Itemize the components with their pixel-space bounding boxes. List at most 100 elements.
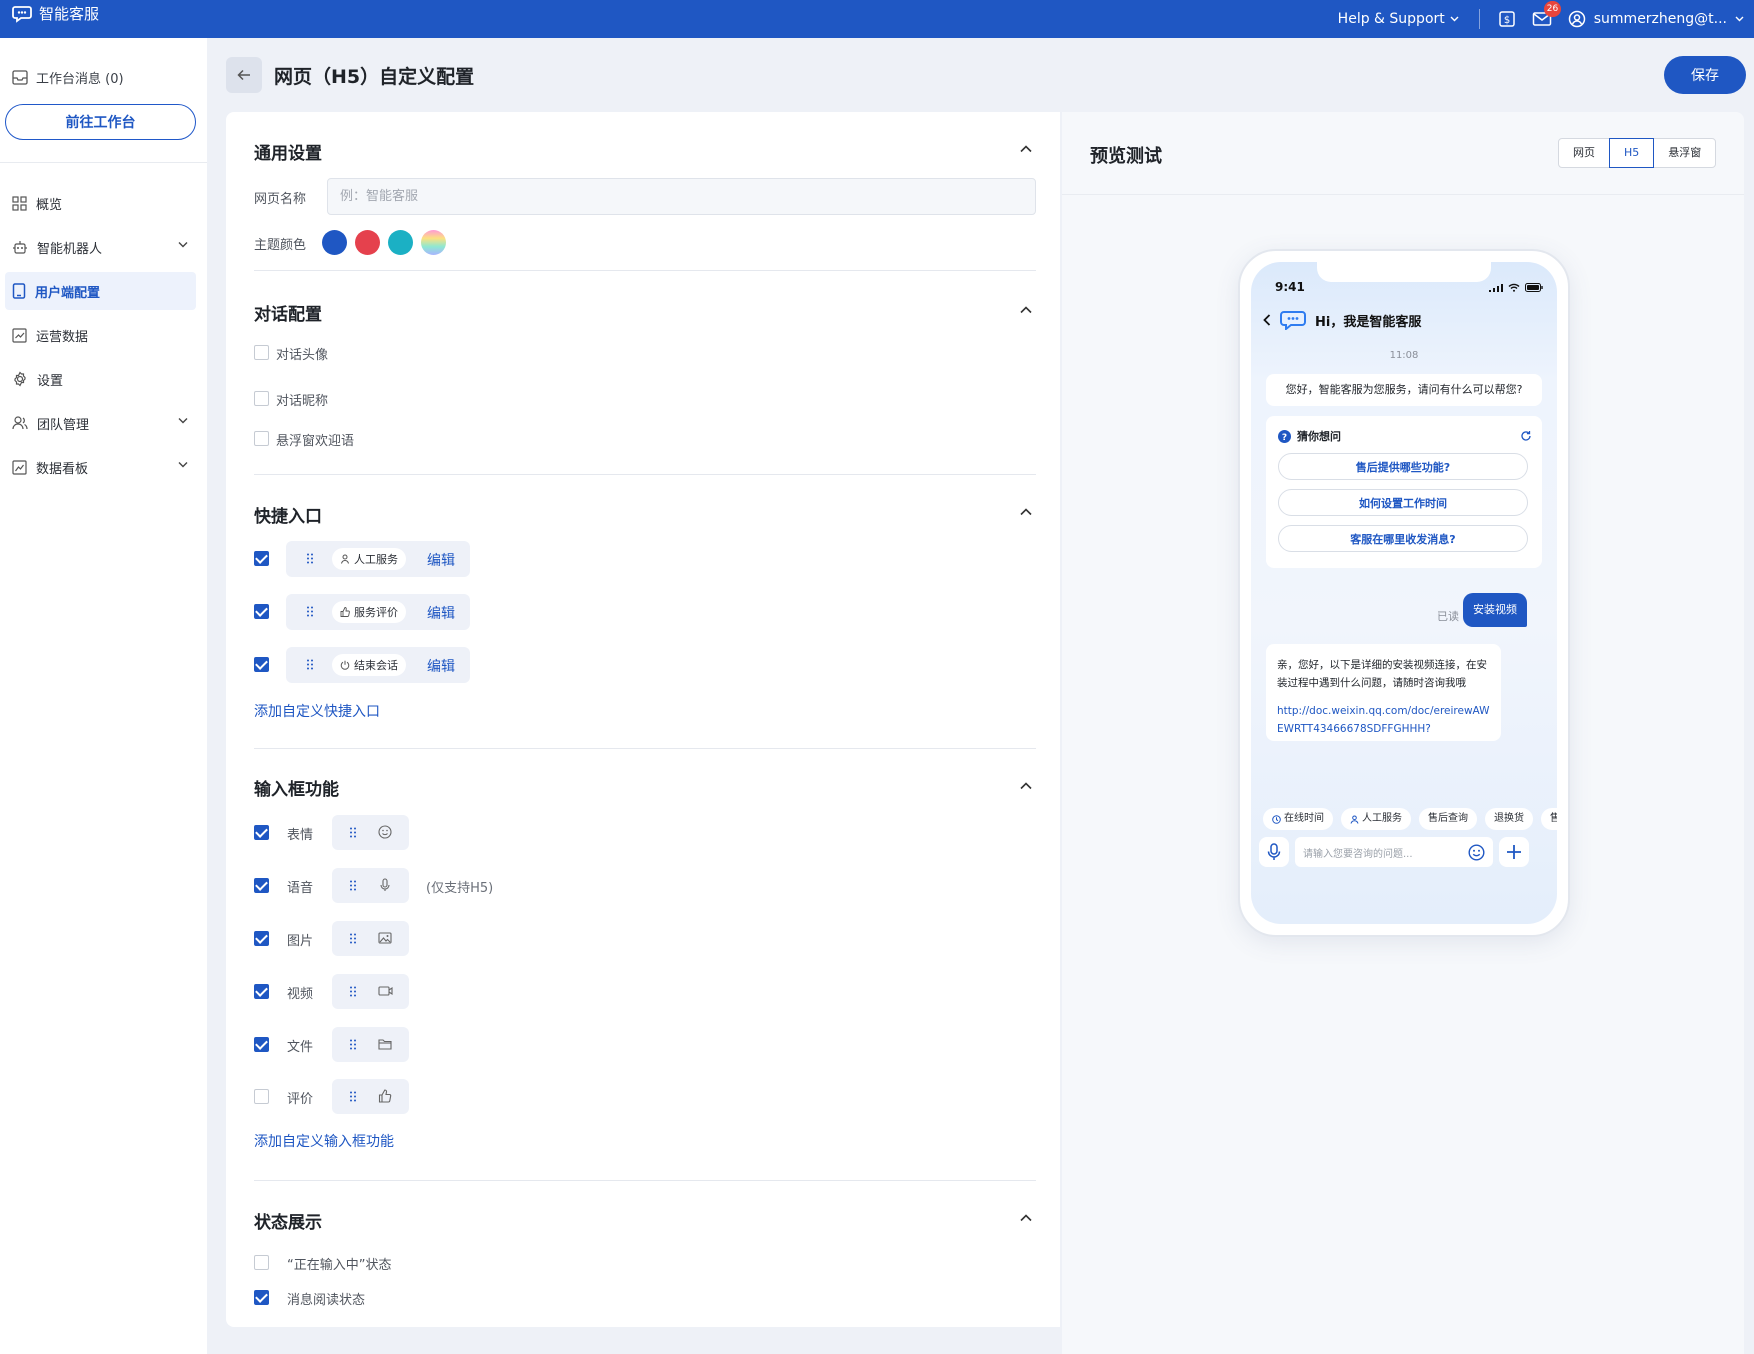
drag-handle-icon[interactable] <box>350 880 356 891</box>
section-title-general: 通用设置 <box>254 144 322 164</box>
chevron-up-icon[interactable] <box>1020 145 1032 153</box>
chip-label: 结束会话 <box>354 659 398 672</box>
quick-chip-more[interactable]: 售 <box>1541 808 1557 830</box>
billing-icon[interactable]: $ <box>1498 10 1516 28</box>
checkbox-dialog-nickname[interactable] <box>254 391 269 406</box>
drag-handle-icon[interactable] <box>350 986 356 997</box>
theme-swatch-red[interactable] <box>355 230 380 255</box>
user-icon <box>1568 10 1585 28</box>
tab-h5[interactable]: H5 <box>1609 138 1655 168</box>
workbench-messages[interactable]: 工作台消息 (0) <box>12 68 124 87</box>
checkbox-rating[interactable] <box>254 1089 269 1104</box>
divider <box>254 270 1036 271</box>
smile-icon[interactable] <box>1468 844 1485 861</box>
chip-label: 售 <box>1550 813 1557 824</box>
user-menu[interactable]: summerzheng@t... <box>1568 10 1744 28</box>
sidebar-item-settings[interactable]: 设置 <box>5 360 196 398</box>
goto-workbench-button[interactable]: 前往工作台 <box>5 104 196 140</box>
sidebar-item-overview[interactable]: 概览 <box>5 184 196 222</box>
add-input-function-link[interactable]: 添加自定义输入框功能 <box>254 1131 394 1151</box>
clock-icon <box>1272 814 1281 824</box>
edit-button[interactable]: 编辑 <box>427 603 455 623</box>
drag-handle-icon[interactable] <box>350 1091 356 1102</box>
quick-chip-online-time[interactable]: 在线时间 <box>1263 808 1333 830</box>
messages-label: 工作台消息 (0) <box>36 72 124 87</box>
checkbox-label: 视频 <box>287 987 314 1002</box>
checkbox-quick-human[interactable] <box>254 551 269 566</box>
checkbox-read-status[interactable] <box>254 1290 269 1305</box>
sidebar-item-client-config[interactable]: 用户端配置 <box>5 272 196 310</box>
checkbox-file[interactable] <box>254 1037 269 1052</box>
page-name-input[interactable] <box>327 178 1036 215</box>
checkbox-video[interactable] <box>254 984 269 999</box>
save-button[interactable]: 保存 <box>1664 56 1746 94</box>
chip-label: 退换货 <box>1494 813 1524 824</box>
checkbox-quick-rating[interactable] <box>254 604 269 619</box>
sidebar-item-team[interactable]: 团队管理 <box>5 404 196 442</box>
quick-chip-aftersale[interactable]: 售后查询 <box>1419 808 1477 830</box>
divider <box>0 162 207 163</box>
checkbox-voice[interactable] <box>254 878 269 893</box>
section-title-dialog: 对话配置 <box>254 305 322 325</box>
suggested-question[interactable]: 售后提供哪些功能? <box>1278 453 1528 480</box>
divider <box>1062 194 1744 195</box>
checkbox-typing-status[interactable] <box>254 1255 269 1270</box>
checkbox-float-welcome[interactable] <box>254 431 269 446</box>
drag-handle-icon[interactable] <box>350 933 356 944</box>
back-button[interactable] <box>226 57 262 93</box>
quick-chip-return[interactable]: 退换货 <box>1485 808 1533 830</box>
theme-swatch-cyan[interactable] <box>388 230 413 255</box>
chat-input[interactable]: 请输入您要咨询的问题... <box>1295 837 1493 867</box>
chip-label: 在线时间 <box>1284 813 1324 824</box>
suggested-question[interactable]: 如何设置工作时间 <box>1278 489 1528 516</box>
preview-mode-tabs: 网页 H5 悬浮窗 <box>1558 138 1717 168</box>
quick-chip: 服务评价 <box>332 601 406 623</box>
theme-swatch-blue[interactable] <box>322 230 347 255</box>
suggested-question[interactable]: 客服在哪里收发消息? <box>1278 525 1528 552</box>
tab-web[interactable]: 网页 <box>1559 139 1609 167</box>
edit-button[interactable]: 编辑 <box>427 550 455 570</box>
chevron-up-icon[interactable] <box>1020 1214 1032 1222</box>
chevron-down-icon <box>178 462 188 468</box>
sidebar-item-label: 设置 <box>37 373 64 389</box>
mail-icon[interactable]: 26 <box>1532 1 1562 27</box>
chevron-up-icon[interactable] <box>1020 306 1032 314</box>
checkbox-image[interactable] <box>254 931 269 946</box>
more-button[interactable] <box>1499 837 1529 867</box>
drag-handle-icon[interactable] <box>350 1039 356 1050</box>
voice-button[interactable] <box>1259 837 1289 867</box>
refresh-icon[interactable] <box>1520 430 1532 442</box>
add-quick-entry-link[interactable]: 添加自定义快捷入口 <box>254 701 380 721</box>
help-support-menu[interactable]: Help & Support <box>1338 11 1459 27</box>
drag-handle-icon[interactable] <box>307 659 313 670</box>
chevron-up-icon[interactable] <box>1020 508 1032 516</box>
divider <box>254 748 1036 749</box>
checkbox-dialog-avatar[interactable] <box>254 345 269 360</box>
checkbox-quick-end[interactable] <box>254 657 269 672</box>
tab-floating[interactable]: 悬浮窗 <box>1654 139 1715 167</box>
edit-button[interactable]: 编辑 <box>427 656 455 676</box>
reply-bubble: 亲，您好，以下是详细的安装视频连接，在安装过程中遇到什么问题，请随时咨询我哦 h… <box>1266 644 1501 741</box>
checkbox-label: 对话头像 <box>276 348 329 363</box>
quick-chip-human[interactable]: 人工服务 <box>1341 808 1411 830</box>
read-status: 已读 <box>1437 610 1459 623</box>
drag-handle-icon[interactable] <box>307 553 313 564</box>
reply-link[interactable]: http://doc.weixin.qq.com/doc/ereirewAWEW… <box>1277 702 1490 738</box>
quick-chip: 结束会话 <box>332 654 406 676</box>
phone-notch <box>1317 262 1491 282</box>
function-row <box>332 974 409 1009</box>
chat-header: Hi，我是智能客服 <box>1263 310 1421 330</box>
brand[interactable]: 智能客服 <box>12 5 99 23</box>
chat-timestamp: 11:08 <box>1389 350 1419 361</box>
checkbox-emoji[interactable] <box>254 825 269 840</box>
folder-icon <box>378 1039 392 1050</box>
sidebar-item-robot[interactable]: 智能机器人 <box>5 228 196 266</box>
drag-handle-icon[interactable] <box>307 606 313 617</box>
sidebar-item-dashboard[interactable]: 数据看板 <box>5 448 196 486</box>
function-row <box>332 921 409 956</box>
sidebar-item-operations[interactable]: 运营数据 <box>5 316 196 354</box>
chevron-left-icon[interactable] <box>1263 314 1271 326</box>
chevron-up-icon[interactable] <box>1020 782 1032 790</box>
drag-handle-icon[interactable] <box>350 827 356 838</box>
theme-swatch-rainbow[interactable] <box>421 230 446 255</box>
